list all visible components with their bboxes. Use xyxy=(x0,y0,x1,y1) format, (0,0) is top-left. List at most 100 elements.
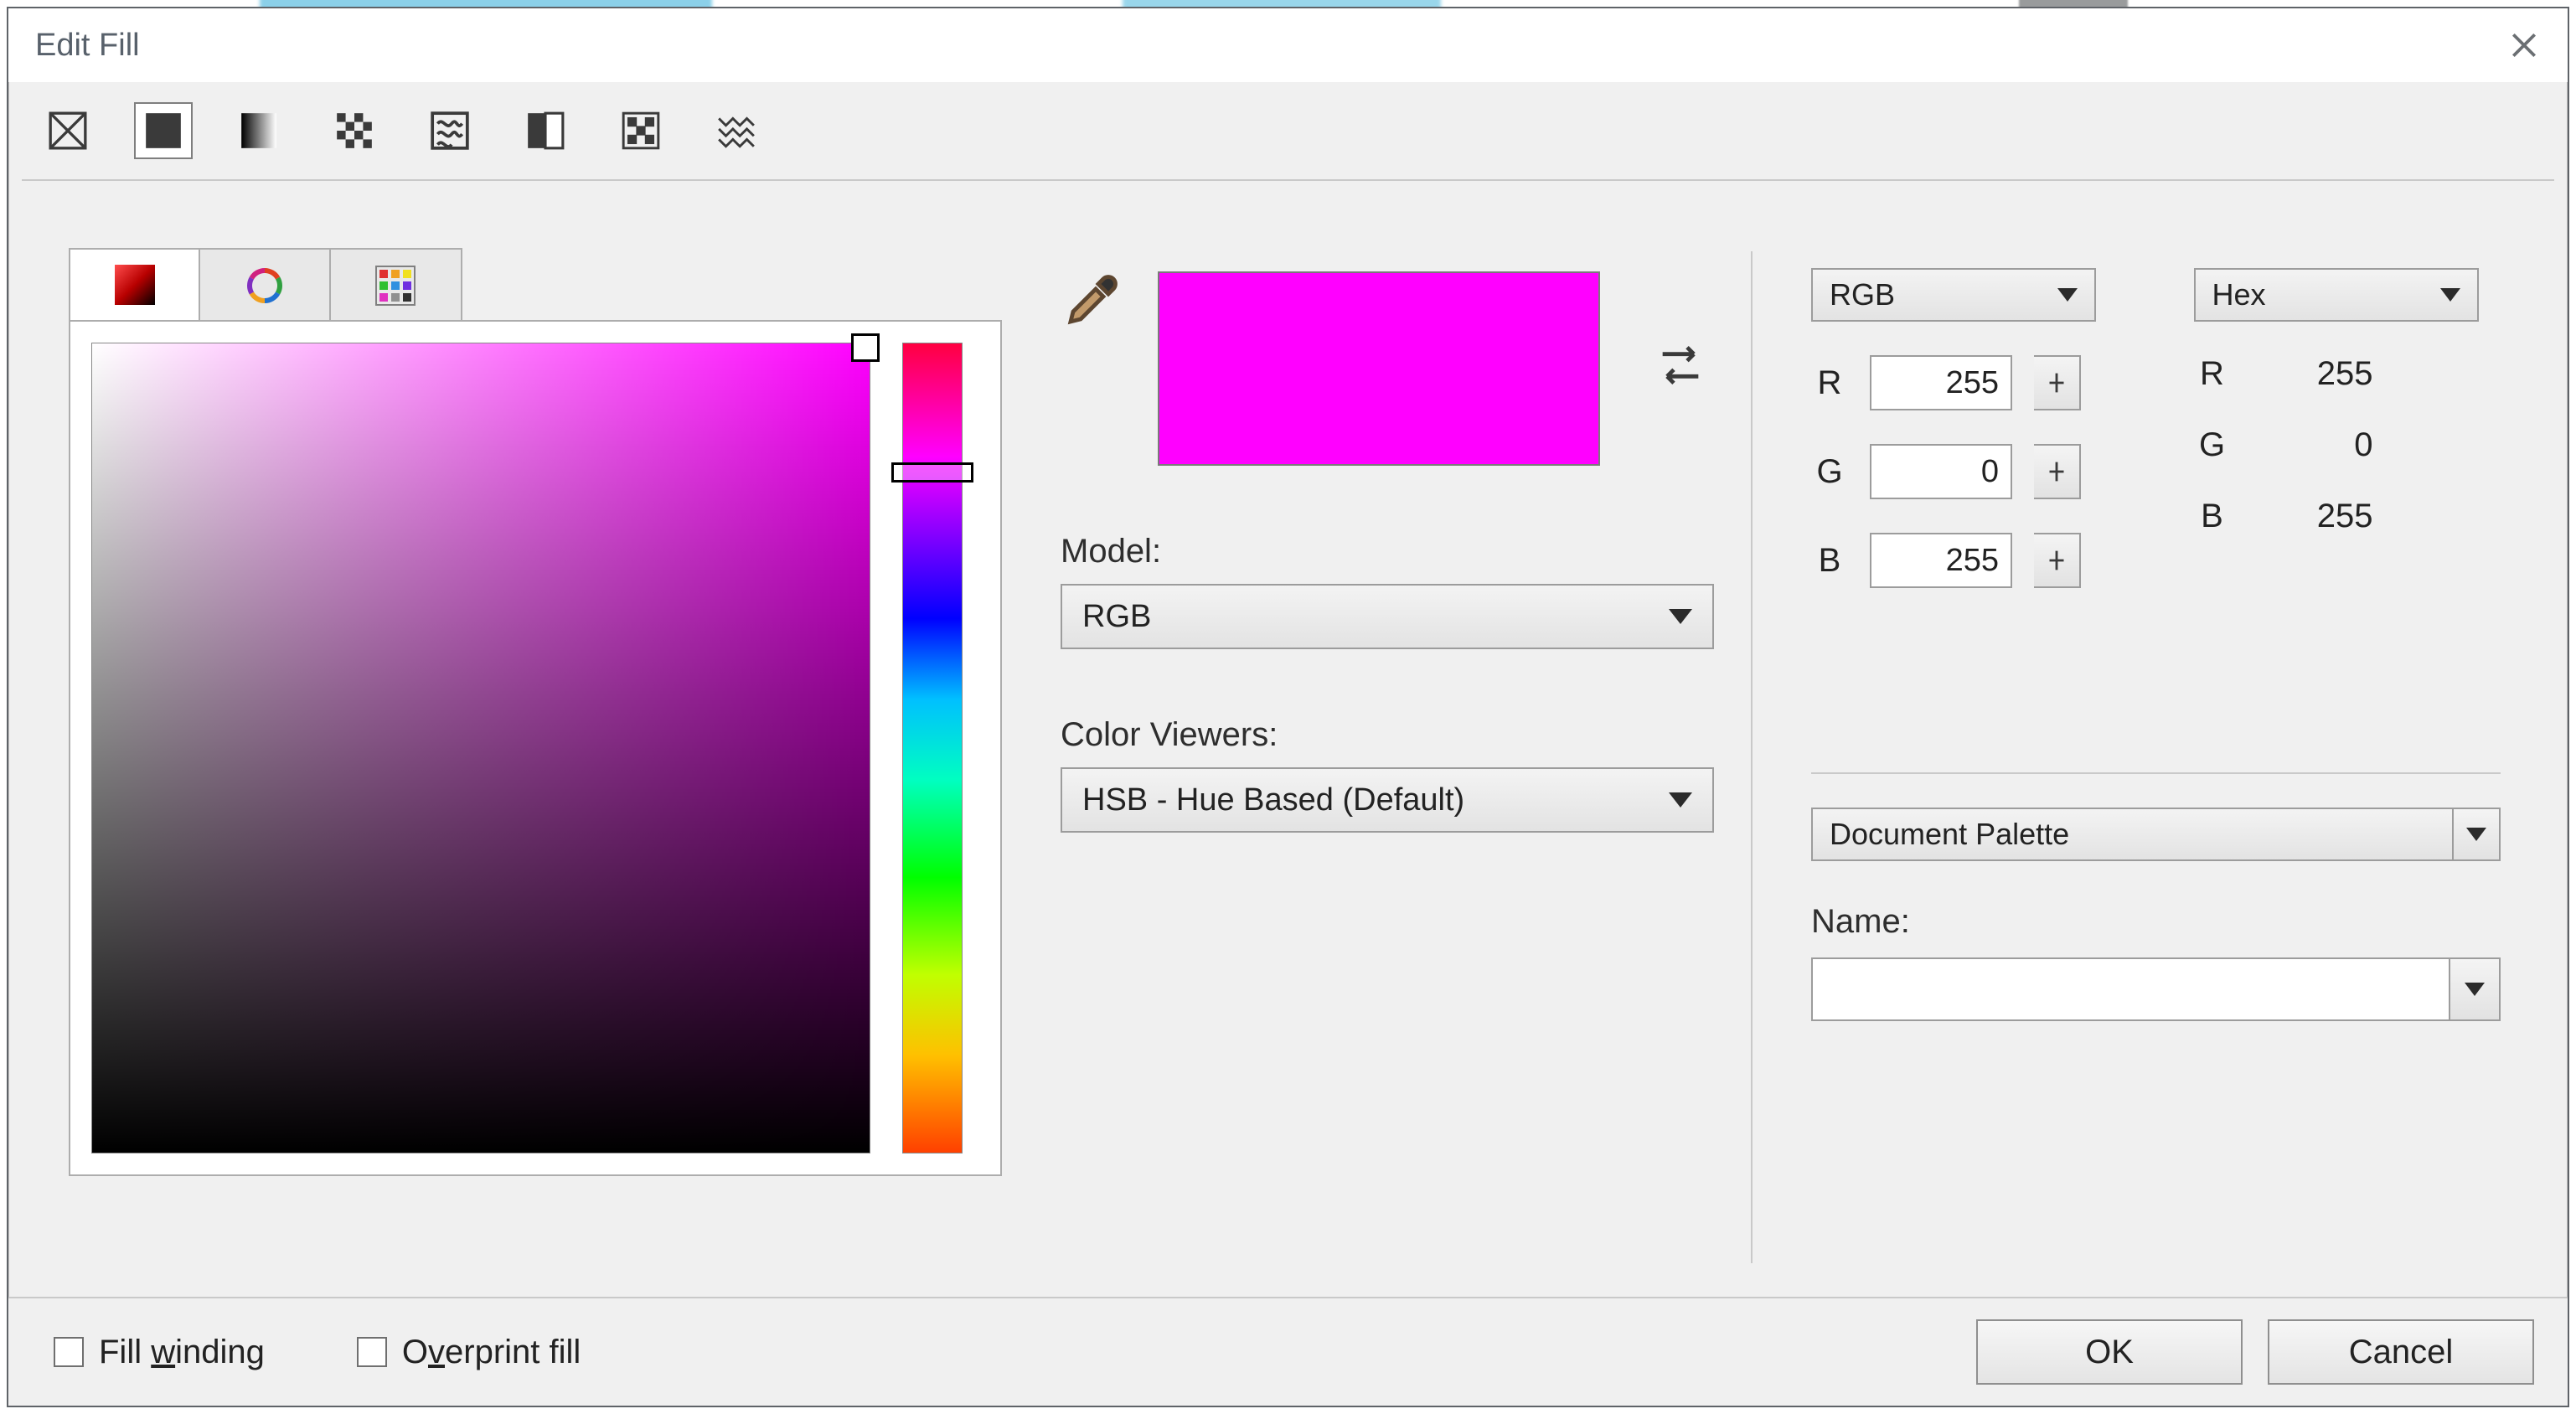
color-swatch xyxy=(1158,271,1600,466)
sv-cursor[interactable] xyxy=(851,333,880,362)
overprint-fill-checkbox[interactable]: Overprint fill xyxy=(357,1334,581,1371)
colorspace-right-dropdown[interactable]: Hex xyxy=(2194,268,2479,322)
color-viewer-icon xyxy=(115,265,155,305)
r-row: R 255 xyxy=(1811,355,2119,410)
g-input[interactable]: 0 xyxy=(1870,444,2012,499)
hex-b-value: 255 xyxy=(2273,498,2373,535)
uniform-fill-button[interactable] xyxy=(134,102,193,159)
eyedropper-button[interactable] xyxy=(1061,271,1121,332)
color-picker xyxy=(69,320,1002,1176)
color-viewers-dropdown[interactable]: HSB - Hue Based (Default) xyxy=(1061,767,1714,833)
swap-colors-button[interactable] xyxy=(1654,338,1707,392)
close-button[interactable] xyxy=(2501,22,2548,69)
g-label: G xyxy=(1811,453,1848,491)
viewers-value: HSB - Hue Based (Default) xyxy=(1082,782,1464,818)
chevron-down-icon xyxy=(1669,609,1692,624)
b-spinner[interactable] xyxy=(2034,533,2081,588)
no-fill-button[interactable] xyxy=(39,102,97,159)
tab-palette-grid[interactable] xyxy=(331,250,461,322)
texture-fill-button[interactable] xyxy=(421,102,479,159)
edit-fill-dialog: Edit Fill xyxy=(7,7,2569,1407)
b-input[interactable]: 255 xyxy=(1870,533,2012,588)
spinner-handle-icon xyxy=(2042,546,2071,575)
color-wheel-icon xyxy=(245,266,285,306)
palette-row: Document Palette xyxy=(1811,808,2501,861)
pattern-fill-button[interactable] xyxy=(325,102,384,159)
model-dropdown[interactable]: RGB xyxy=(1061,584,1714,649)
bottom-bar: Fill winding Overprint fill OK Cancel xyxy=(8,1297,2568,1406)
rgb-inputs: R 255 G 0 B 255 xyxy=(1811,355,2119,588)
two-color-fill-button[interactable] xyxy=(516,102,575,159)
palette-menu-button[interactable] xyxy=(2454,808,2501,861)
b-label: B xyxy=(1811,542,1848,580)
saturation-value-field[interactable] xyxy=(92,343,870,1153)
dialog-buttons: OK Cancel xyxy=(1976,1319,2534,1385)
hex-r-label: R xyxy=(2194,355,2231,393)
checkbox-box xyxy=(357,1337,387,1367)
main-area: Model: RGB Color Viewers: HSB - Hue Base… xyxy=(8,226,2568,1288)
fountain-fill-button[interactable] xyxy=(230,102,288,159)
g-row: G 0 xyxy=(1811,444,2119,499)
close-icon xyxy=(2508,29,2540,61)
spinner-handle-icon xyxy=(2042,369,2071,397)
chevron-down-icon xyxy=(2466,828,2486,841)
hex-r-value: 255 xyxy=(2273,355,2373,393)
spinner-handle-icon xyxy=(2042,457,2071,486)
values-panel: RGB R 255 G 0 xyxy=(1753,226,2568,1288)
viewers-label: Color Viewers: xyxy=(1061,716,1729,754)
overprint-fill-label: Overprint fill xyxy=(402,1334,581,1371)
fill-winding-checkbox[interactable]: Fill winding xyxy=(54,1334,265,1371)
fill-winding-label: Fill winding xyxy=(99,1334,265,1371)
colorspace-left-value: RGB xyxy=(1830,277,1895,312)
r-label: R xyxy=(1811,364,1848,402)
checkbox-group: Fill winding Overprint fill xyxy=(54,1334,581,1371)
palette-grid-icon xyxy=(375,266,416,306)
dialog-title: Edit Fill xyxy=(35,28,140,64)
b-row: B 255 xyxy=(1811,533,2119,588)
name-label: Name: xyxy=(1811,903,2501,941)
swatch-row xyxy=(1061,271,1729,466)
palette-dropdown[interactable]: Document Palette xyxy=(1811,808,2454,861)
name-field-row xyxy=(1811,957,2501,1021)
hue-column xyxy=(903,343,962,1153)
hue-slider-thumb[interactable] xyxy=(891,462,973,483)
r-spinner[interactable] xyxy=(2034,355,2081,410)
palette-value: Document Palette xyxy=(1830,817,2069,852)
bitmap-pattern-icon xyxy=(620,110,662,152)
uniform-fill-icon xyxy=(142,110,184,152)
colorspace-left-dropdown[interactable]: RGB xyxy=(1811,268,2096,322)
pattern-fill-icon xyxy=(333,110,375,152)
middle-panel: Model: RGB Color Viewers: HSB - Hue Base… xyxy=(1039,226,1751,1288)
model-value: RGB xyxy=(1082,599,1151,635)
postscript-fill-icon xyxy=(715,110,757,152)
ok-button[interactable]: OK xyxy=(1976,1319,2243,1385)
bitmap-pattern-button[interactable] xyxy=(612,102,670,159)
colorspace-row: RGB R 255 G 0 xyxy=(1811,268,2501,588)
model-label: Model: xyxy=(1061,533,1729,570)
right-separator xyxy=(1811,772,2501,774)
fountain-fill-icon xyxy=(238,110,280,152)
chevron-down-icon xyxy=(2057,288,2078,302)
tab-color-wheel[interactable] xyxy=(200,250,330,322)
swap-icon xyxy=(1654,338,1707,392)
two-color-fill-icon xyxy=(524,110,566,152)
cancel-button[interactable]: Cancel xyxy=(2268,1319,2534,1385)
picker-panel xyxy=(8,226,1039,1288)
chevron-down-icon xyxy=(2465,983,2485,996)
name-dropdown-button[interactable] xyxy=(2450,957,2501,1021)
texture-fill-icon xyxy=(429,110,471,152)
g-spinner[interactable] xyxy=(2034,444,2081,499)
name-input[interactable] xyxy=(1811,957,2450,1021)
hex-g-value: 0 xyxy=(2273,426,2373,464)
r-input[interactable]: 255 xyxy=(1870,355,2012,410)
tab-color-viewer[interactable] xyxy=(70,250,200,322)
fill-type-toolbar xyxy=(8,82,2568,179)
hex-b-label: B xyxy=(2194,498,2231,535)
postscript-fill-button[interactable] xyxy=(707,102,766,159)
chevron-down-icon xyxy=(1669,792,1692,808)
colorspace-right-value: Hex xyxy=(2212,277,2266,312)
chevron-down-icon xyxy=(2440,288,2460,302)
checkbox-box xyxy=(54,1337,84,1367)
viewer-tabs xyxy=(69,248,462,322)
titlebar: Edit Fill xyxy=(8,8,2568,82)
